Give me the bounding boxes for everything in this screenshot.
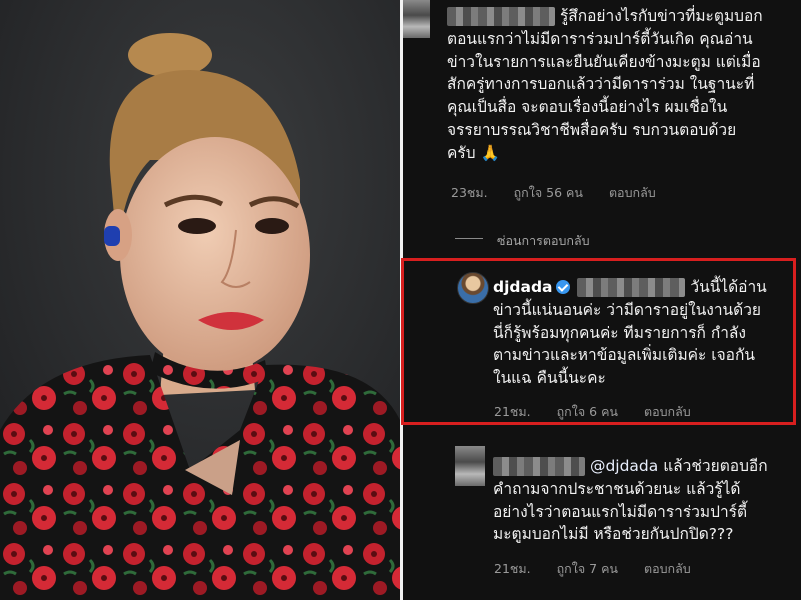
avatar-blurred [403, 0, 430, 38]
comment-meta: 23ชม. ถูกใจ 56 คน ตอบกลับ [451, 183, 656, 203]
profile-photo [0, 0, 400, 600]
reply-text: @djdada แล้วช่วยตอบอีก คำถามจากประชาชนด้… [493, 457, 768, 544]
avatar-blurred [455, 446, 485, 486]
reply-meta: 21ชม. ถูกใจ 7 คน ตอบกลับ [494, 559, 691, 579]
comment-likes[interactable]: ถูกใจ 56 คน [514, 183, 583, 203]
hide-replies-button[interactable]: ซ่อนการตอบกลับ [497, 231, 590, 251]
reply-likes[interactable]: ถูกใจ 7 คน [557, 559, 618, 579]
comment-text: รู้สึกอย่างไรกับข่าวที่มะตูมบอก ตอนแรกว่… [447, 7, 763, 162]
hide-replies-line [455, 238, 483, 239]
reply-button[interactable]: ตอบกลับ [609, 183, 656, 203]
comment-time: 23ชม. [451, 185, 488, 200]
screenshot-collage: รู้สึกอย่างไรกับข่าวที่มะตูมบอก ตอนแรกว่… [0, 0, 801, 600]
username-blurred[interactable] [447, 7, 555, 26]
reply-button[interactable]: ตอบกลับ [644, 559, 691, 579]
reply-time: 21ชม. [494, 561, 531, 576]
highlight-box [401, 258, 796, 425]
username-blurred[interactable] [493, 457, 585, 476]
mention-link[interactable]: @djdada [590, 457, 658, 475]
